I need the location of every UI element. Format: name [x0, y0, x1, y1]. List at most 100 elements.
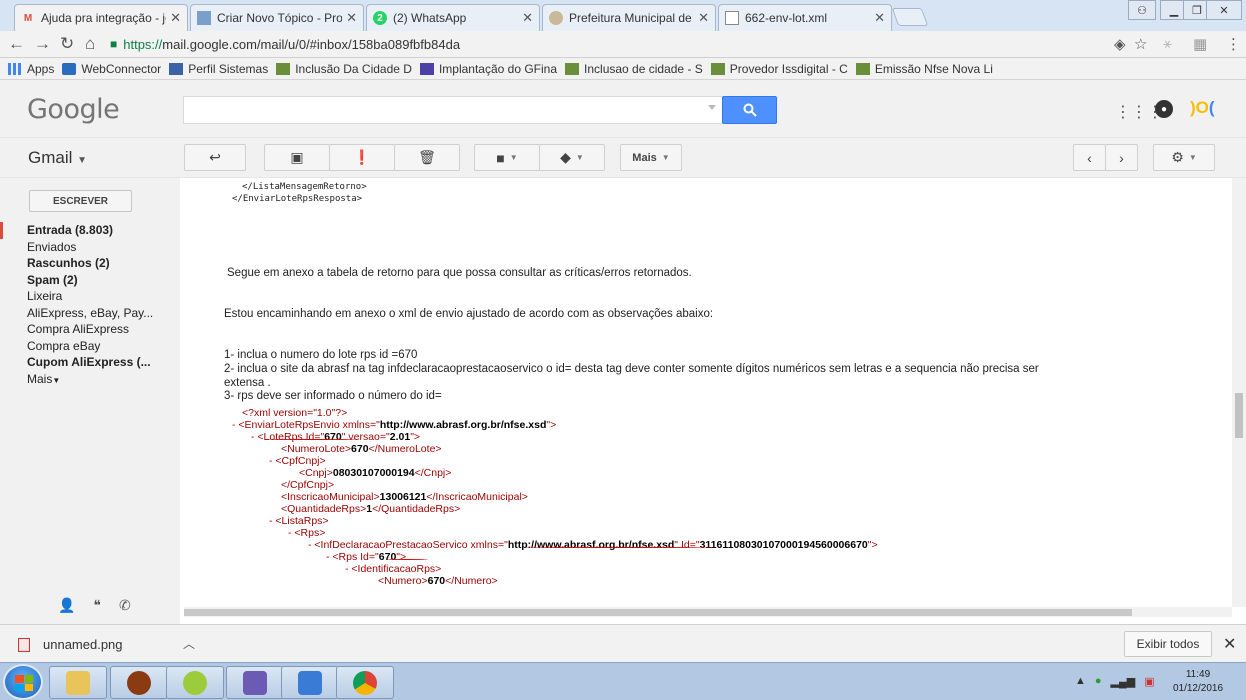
- chevron-down-icon: ▼: [1188, 153, 1197, 162]
- home-icon[interactable]: ⌂: [85, 34, 95, 54]
- newer-button[interactable]: ‹: [1073, 144, 1106, 171]
- taskbar-app[interactable]: [110, 666, 168, 699]
- search-input[interactable]: [183, 96, 723, 124]
- tab-prefeitura[interactable]: Prefeitura Municipal de S ✕: [542, 4, 716, 31]
- notification-icon[interactable]: ●: [1155, 100, 1173, 118]
- horizontal-scrollbar[interactable]: [184, 607, 1232, 617]
- sidebar-item-sent[interactable]: Enviados: [0, 239, 180, 256]
- sidebar-item-drafts[interactable]: Rascunhos (2): [0, 255, 180, 272]
- sidebar-item-spam[interactable]: Spam (2): [0, 272, 180, 289]
- gmail-icon: M: [23, 12, 33, 24]
- taskbar-explorer[interactable]: [49, 666, 107, 699]
- taskbar-app[interactable]: [226, 666, 284, 699]
- sidebar-item-cupom-aliexpress[interactable]: Cupom AliExpress (...: [0, 354, 180, 371]
- delete-button[interactable]: 🗑: [394, 144, 460, 171]
- xml-value: http://www.abrasf.org.br/nfse.xsd: [507, 539, 675, 551]
- extension-icon[interactable]: ▦: [1193, 35, 1207, 53]
- windows-taskbar: ▲ ● ▂▄▆ ▣ 11:49 01/12/2016: [0, 662, 1246, 700]
- new-tab-button[interactable]: [891, 8, 929, 26]
- sidebar-item-compra-aliexpress[interactable]: Compra AliExpress: [0, 321, 180, 338]
- list-item: 2- inclua o site da abrasf na tag infdec…: [224, 363, 1039, 375]
- compose-button[interactable]: ESCREVER: [29, 190, 132, 212]
- scrollbar-thumb[interactable]: [184, 609, 1132, 616]
- chevron-down-icon: ▼: [77, 155, 88, 166]
- show-all-downloads-button[interactable]: Exibir todos: [1124, 631, 1212, 657]
- bookmark-inclusao-s[interactable]: Inclusao de cidade - S: [565, 62, 703, 76]
- eye-icon[interactable]: ◈: [1114, 35, 1126, 53]
- sidebar-item-compra-ebay[interactable]: Compra eBay: [0, 338, 180, 355]
- network-status-icon[interactable]: ●: [1095, 675, 1102, 688]
- address-bar[interactable]: ■ https:// mail.google.com/mail/u/0/#inb…: [110, 33, 1160, 55]
- scrollbar-thumb[interactable]: [1235, 393, 1243, 438]
- close-icon[interactable]: ✕: [346, 10, 357, 26]
- tab-gmail[interactable]: M Ajuda pra integração - jo ✕: [14, 4, 188, 31]
- bookmark-inclusao-cidade[interactable]: Inclusão Da Cidade D: [276, 62, 412, 76]
- close-icon[interactable]: ✕: [874, 10, 885, 26]
- gmail-menu[interactable]: Gmail ▼: [28, 148, 87, 168]
- star-icon[interactable]: ☆: [1134, 35, 1147, 53]
- archive-button[interactable]: ▣: [264, 144, 330, 171]
- sidebar-item-trash[interactable]: Lixeira: [0, 288, 180, 305]
- signal-icon[interactable]: ▂▄▆: [1111, 675, 1136, 688]
- start-button[interactable]: [3, 664, 43, 700]
- xml-text: <Rps>: [294, 527, 326, 539]
- xml-line: - <ListaRps>: [269, 515, 329, 527]
- chevron-down-icon: ▼: [52, 375, 61, 385]
- hangouts-icon[interactable]: ❝: [93, 597, 101, 614]
- google-doodle-icon[interactable]: )O(: [1190, 98, 1215, 118]
- gear-icon: ⚙: [1171, 149, 1184, 165]
- bookmark-implantacao[interactable]: Implantação do GFina: [419, 62, 557, 76]
- google-logo[interactable]: Google: [27, 94, 120, 125]
- app-icon: [298, 670, 322, 695]
- back-to-inbox-button[interactable]: ↩: [184, 144, 246, 171]
- bookmark-perfil[interactable]: Perfil Sistemas: [169, 62, 268, 76]
- taskbar-app[interactable]: [166, 666, 224, 699]
- vertical-scrollbar[interactable]: [1232, 178, 1246, 607]
- close-icon[interactable]: ✕: [698, 10, 709, 26]
- settings-button[interactable]: ⚙ ▼: [1153, 144, 1215, 171]
- list-item: 3- rps deve ser informado o número do id…: [224, 390, 442, 402]
- chevron-down-icon: ▼: [575, 153, 584, 162]
- tab-whatsapp[interactable]: 2 (2) WhatsApp ✕: [366, 4, 540, 31]
- sidebar-item-aliexpress-ebay[interactable]: AliExpress, eBay, Pay...: [0, 305, 180, 322]
- more-button[interactable]: Mais ▼: [620, 144, 682, 171]
- xml-value: 670: [351, 443, 369, 455]
- bookmark-webconnector[interactable]: WebConnector: [62, 62, 161, 76]
- xml-value: 31161108030107000194560006670: [699, 539, 868, 551]
- sidebar-item-more[interactable]: Mais▼: [0, 371, 180, 388]
- phone-icon[interactable]: ✆: [119, 597, 131, 614]
- bookmark-provedor[interactable]: Provedor Issdigital - C: [710, 62, 848, 76]
- forward-icon[interactable]: →: [34, 34, 51, 54]
- chevron-up-icon[interactable]: ︿: [183, 635, 195, 652]
- sidebar-item-inbox[interactable]: Entrada (8.803): [0, 222, 180, 239]
- move-to-button[interactable]: ■ ▼: [474, 144, 540, 171]
- back-icon[interactable]: ←: [8, 34, 25, 54]
- xml-text: </Cnpj>: [414, 467, 452, 479]
- tab-xml-file[interactable]: 662-env-lot.xml ✕: [718, 4, 892, 31]
- labels-button[interactable]: ◆ ▼: [539, 144, 605, 171]
- annotation-underline: [386, 558, 428, 560]
- bookmark-emissao[interactable]: Emissão Nfse Nova Li: [855, 62, 993, 76]
- user-icon[interactable]: ⚇: [1128, 0, 1156, 20]
- close-icon[interactable]: ✕: [522, 10, 533, 26]
- taskbar-chrome[interactable]: [336, 666, 394, 699]
- older-button[interactable]: ›: [1105, 144, 1138, 171]
- taskbar-clock[interactable]: 11:49 01/12/2016: [1170, 668, 1226, 696]
- taskbar-app[interactable]: [281, 666, 339, 699]
- bookmark-apps[interactable]: Apps: [8, 62, 54, 76]
- close-icon[interactable]: ✕: [170, 10, 181, 26]
- person-icon[interactable]: 👤: [58, 597, 75, 614]
- extension-icon[interactable]: ⚹: [1163, 35, 1172, 52]
- alert-icon[interactable]: ▣: [1144, 675, 1154, 688]
- tab-forum[interactable]: Criar Novo Tópico - Proje ✕: [190, 4, 364, 31]
- chevron-up-icon[interactable]: ▲: [1075, 675, 1086, 688]
- report-spam-button[interactable]: ❗: [329, 144, 395, 171]
- chevron-down-icon[interactable]: [708, 105, 716, 110]
- menu-icon[interactable]: ⋮: [1226, 35, 1241, 53]
- close-window-icon[interactable]: ✕: [1206, 0, 1242, 20]
- search-button[interactable]: [722, 96, 777, 124]
- download-item[interactable]: unnamed.png: [18, 637, 123, 652]
- xml-value: 13006121: [379, 491, 427, 503]
- close-icon[interactable]: ✕: [1223, 634, 1236, 654]
- reload-icon[interactable]: ↻: [60, 34, 74, 54]
